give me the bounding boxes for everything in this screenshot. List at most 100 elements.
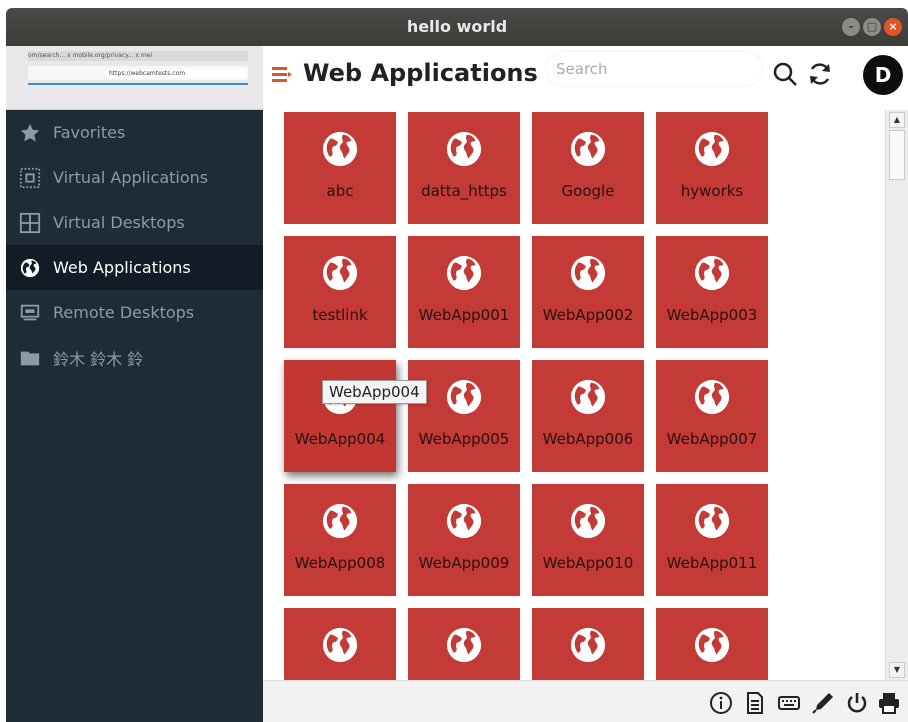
app-tile[interactable]: WebApp002 — [532, 236, 644, 348]
globe-icon — [321, 130, 359, 168]
sidebar-item-label: Virtual Applications — [53, 168, 209, 187]
app-tile[interactable]: datta_https — [408, 112, 520, 224]
globe-icon — [321, 254, 359, 292]
globe-icon — [321, 502, 359, 540]
sidebar-nav: Favorites Virtual Applications Virtual D… — [6, 110, 263, 380]
sidebar-item-label: Web Applications — [53, 258, 191, 277]
pen-icon[interactable] — [811, 691, 835, 715]
app-tile-label: hyworks — [680, 182, 744, 200]
scroll-down-button[interactable]: ▼ — [889, 662, 905, 678]
scrollbar[interactable]: ▲ ▼ — [885, 110, 908, 680]
footer-toolbar — [263, 680, 908, 722]
app-tile-label: WebApp008 — [294, 554, 386, 572]
globe-icon — [18, 256, 42, 280]
globe-icon — [693, 502, 731, 540]
app-tile[interactable]: WebApp011 — [656, 484, 768, 596]
app-tile-label: testlink — [312, 306, 368, 324]
globe-icon — [569, 502, 607, 540]
globe-icon — [693, 254, 731, 292]
app-tile[interactable]: testlink — [284, 236, 396, 348]
app-tile-label: datta_https — [421, 182, 507, 200]
app-tile[interactable]: hyworks — [656, 112, 768, 224]
header: Web Applications D — [263, 46, 908, 110]
app-tile[interactable]: WebApp004 — [284, 360, 396, 472]
sidebar-item-favorites[interactable]: Favorites — [6, 110, 263, 155]
close-button[interactable]: × — [884, 18, 902, 36]
keyboard-icon[interactable] — [777, 691, 801, 715]
folder-icon — [18, 346, 42, 370]
search-input[interactable] — [546, 52, 762, 86]
sidebar-item-virtual-desktops[interactable]: Virtual Desktops — [6, 200, 263, 245]
app-tile[interactable]: WebApp010 — [532, 484, 644, 596]
thumbnail-divider — [28, 83, 248, 85]
thumbnail-toolbar: https://webcamtests.com — [28, 66, 248, 80]
avatar[interactable]: D — [863, 55, 903, 95]
minimize-button[interactable]: – — [842, 18, 860, 36]
globe-icon — [445, 378, 483, 416]
app-tile[interactable]: WebApp006 — [532, 360, 644, 472]
refresh-icon[interactable] — [806, 60, 834, 88]
globe-icon — [569, 254, 607, 292]
sidebar: om/search... x mobile.org/privacy... x m… — [6, 46, 263, 722]
page-title: Web Applications — [303, 59, 538, 87]
sidebar-item-label: Favorites — [53, 123, 126, 142]
app-tile[interactable]: Google — [532, 112, 644, 224]
search-icon[interactable] — [771, 60, 799, 88]
star-icon — [18, 121, 42, 145]
app-tile[interactable]: WebApp005 — [408, 360, 520, 472]
globe-icon — [569, 130, 607, 168]
app-tile-label: WebApp009 — [418, 554, 510, 572]
sidebar-item-virtual-applications[interactable]: Virtual Applications — [6, 155, 263, 200]
session-thumbnail[interactable]: om/search... x mobile.org/privacy... x m… — [6, 46, 263, 110]
tooltip: WebApp004 — [322, 380, 427, 404]
printer-icon[interactable] — [877, 691, 901, 715]
app-tile-label: WebApp011 — [666, 554, 758, 572]
app-tile[interactable]: abc — [284, 112, 396, 224]
scroll-up-button[interactable]: ▲ — [889, 112, 905, 128]
app-tile-label: WebApp007 — [666, 430, 758, 448]
app-tile[interactable]: WebApp008 — [284, 484, 396, 596]
power-icon[interactable] — [845, 691, 869, 715]
sidebar-item-remote-desktops[interactable]: Remote Desktops — [6, 290, 263, 335]
app-tile-label: WebApp006 — [542, 430, 634, 448]
sidebar-item-folder[interactable]: 鈴木 鈴木 鈴 — [6, 335, 263, 380]
info-icon[interactable] — [709, 691, 733, 715]
thumbnail-tabs: om/search... x mobile.org/privacy... x m… — [28, 51, 248, 61]
globe-icon — [445, 254, 483, 292]
globe-icon — [321, 626, 359, 664]
maximize-button[interactable]: □ — [863, 18, 881, 36]
app-tile-label: WebApp003 — [666, 306, 758, 324]
app-tile-label: WebApp002 — [542, 306, 634, 324]
document-icon[interactable] — [743, 691, 767, 715]
app-tile[interactable] — [284, 608, 396, 680]
monitor-icon — [18, 301, 42, 325]
globe-icon — [445, 626, 483, 664]
window-controls: – □ × — [842, 18, 902, 36]
app-tile[interactable]: WebApp009 — [408, 484, 520, 596]
thumbnail-url: https://webcamtests.com — [106, 69, 246, 78]
app-tile[interactable]: WebApp007 — [656, 360, 768, 472]
app-tile[interactable] — [408, 608, 520, 680]
globe-icon — [569, 378, 607, 416]
sidebar-item-label: 鈴木 鈴木 鈴 — [53, 349, 144, 369]
scrollbar-thumb[interactable] — [889, 130, 905, 180]
app-tile[interactable]: WebApp003 — [656, 236, 768, 348]
app-tile[interactable]: WebApp001 — [408, 236, 520, 348]
window-titlebar: hello world – □ × — [6, 8, 908, 46]
globe-icon — [445, 502, 483, 540]
menu-icon[interactable] — [271, 64, 293, 86]
app-tile-label: WebApp010 — [542, 554, 634, 572]
app-tile-label: Google — [561, 182, 615, 200]
app-tile-label: WebApp001 — [418, 306, 510, 324]
app-tile-label: WebApp004 — [294, 430, 386, 448]
globe-icon — [693, 378, 731, 416]
app-tile[interactable] — [656, 608, 768, 680]
sidebar-item-label: Remote Desktops — [53, 303, 195, 322]
globe-icon — [693, 130, 731, 168]
app-tile-label: WebApp005 — [418, 430, 510, 448]
window-title: hello world — [406, 17, 508, 36]
app-tile[interactable] — [532, 608, 644, 680]
sidebar-item-web-applications[interactable]: Web Applications — [6, 245, 263, 290]
app-tile-label: abc — [326, 182, 354, 200]
virtual-app-icon — [18, 166, 42, 190]
